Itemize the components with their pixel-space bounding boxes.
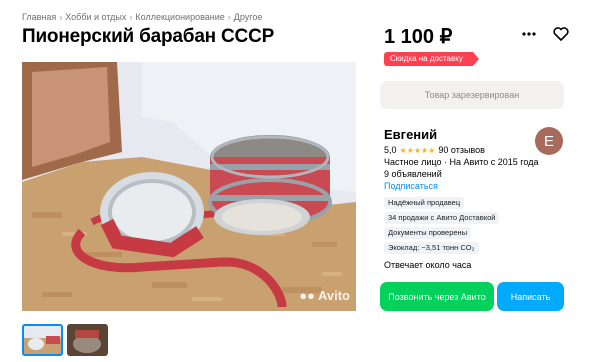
- watermark-text: Avito: [317, 288, 350, 303]
- seller-ads-count[interactable]: 9 объявлений: [384, 169, 442, 179]
- breadcrumb-hobby[interactable]: Хобби и отдых: [65, 12, 126, 22]
- delivery-discount-badge: Скидка на доставку: [384, 52, 479, 66]
- photo-thumbnails: [22, 324, 108, 356]
- seller-rating: 5,0 ★★★★★ 90 отзывов: [384, 145, 485, 155]
- badge-eco-contribution[interactable]: Экоклад: ~3,51 тонн CO₂: [384, 242, 479, 254]
- chevron-right-icon: ›: [59, 12, 63, 22]
- breadcrumb-home[interactable]: Главная: [22, 12, 56, 22]
- subscribe-link[interactable]: Подписаться: [384, 181, 438, 191]
- avito-watermark: ●● Avito: [299, 288, 350, 303]
- drum-photo-image: [22, 62, 356, 311]
- avatar[interactable]: Е: [535, 127, 563, 155]
- response-time: Отвечает около часа: [384, 260, 472, 270]
- badge-documents-verified[interactable]: Документы проверены: [384, 227, 472, 239]
- chevron-right-icon: ›: [129, 12, 133, 22]
- call-button[interactable]: Позвонить через Авито: [380, 282, 494, 311]
- breadcrumb-collecting[interactable]: Коллекционирование: [135, 12, 224, 22]
- star-rating-icon: ★★★★★: [399, 145, 436, 155]
- price: 1 100 ₽: [384, 26, 453, 48]
- thumbnail-1[interactable]: [22, 324, 63, 356]
- write-button[interactable]: Написать: [497, 282, 564, 311]
- page-title: Пионерский барабан СССР: [22, 26, 275, 47]
- badge-delivery-sales[interactable]: 34 продажи с Авито Доставкой: [384, 212, 500, 224]
- reviews-count[interactable]: 90 отзывов: [438, 145, 485, 155]
- rating-value: 5,0: [384, 145, 397, 155]
- badge-reliable-seller[interactable]: Надёжный продавец: [384, 197, 465, 209]
- main-photo[interactable]: ●● Avito: [22, 62, 356, 311]
- seller-info: Частное лицо · На Авито с 2015 года: [384, 157, 539, 167]
- seller-name[interactable]: Евгений: [384, 127, 437, 142]
- breadcrumb: Главная › Хобби и отдых › Коллекциониров…: [22, 12, 262, 22]
- price-actions: [520, 25, 570, 43]
- seller-badges: Надёжный продавец 34 продажи с Авито Дос…: [384, 197, 500, 254]
- avito-logo-icon: ●●: [299, 288, 315, 303]
- thumbnail-image: [67, 324, 108, 356]
- thumbnail-image: [22, 324, 63, 356]
- breadcrumb-other[interactable]: Другое: [234, 12, 263, 22]
- more-dots-icon[interactable]: [520, 25, 538, 43]
- chevron-right-icon: ›: [227, 12, 231, 22]
- heart-icon[interactable]: [552, 25, 570, 43]
- reserved-button[interactable]: Товар зарезервирован: [380, 81, 564, 109]
- thumbnail-2[interactable]: [67, 324, 108, 356]
